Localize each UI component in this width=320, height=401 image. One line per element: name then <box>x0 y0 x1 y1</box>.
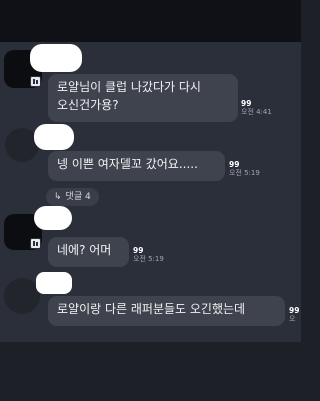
reply-arrow-icon: ↳ <box>54 192 62 202</box>
replies-button[interactable]: ↳ 댓글 4 <box>46 188 99 206</box>
message-time: 오전 4:41 <box>241 108 272 116</box>
read-count: 99 <box>289 306 300 315</box>
message-time: 오전 5:19 <box>133 255 164 263</box>
avatar[interactable] <box>4 278 40 314</box>
top-bar <box>0 0 301 42</box>
message-meta: 99 오전 5:19 <box>229 160 260 178</box>
message-meta: 99 오전 5:19 <box>133 246 164 264</box>
message-bubble[interactable]: 네에? 어머 <box>48 237 129 267</box>
read-count: 99 <box>133 246 144 255</box>
read-count: 99 <box>241 99 252 108</box>
name-redaction <box>30 44 82 72</box>
message-bubble[interactable]: 넹 이쁜 여자델꼬 갔어요..... <box>48 151 225 181</box>
message-time: 오전 5:19 <box>229 169 260 177</box>
bottom-area <box>0 342 301 401</box>
name-redaction <box>34 124 74 150</box>
message-meta: 99 오 <box>289 306 299 324</box>
message-time: 오 <box>289 315 296 323</box>
message-meta: 99 오전 4:41 <box>241 99 272 117</box>
host-badge-icon <box>30 238 41 249</box>
name-redaction <box>36 272 72 294</box>
message-bubble[interactable]: 로얄님이 클럽 나갔다가 다시 오신건가용? <box>48 74 238 122</box>
read-count: 99 <box>229 160 240 169</box>
name-redaction <box>34 206 72 230</box>
replies-label: 댓글 4 <box>65 192 91 202</box>
host-badge-icon <box>30 76 41 87</box>
message-bubble[interactable]: 로얄이랑 다른 래퍼분들도 오긴했는데 <box>48 296 285 326</box>
